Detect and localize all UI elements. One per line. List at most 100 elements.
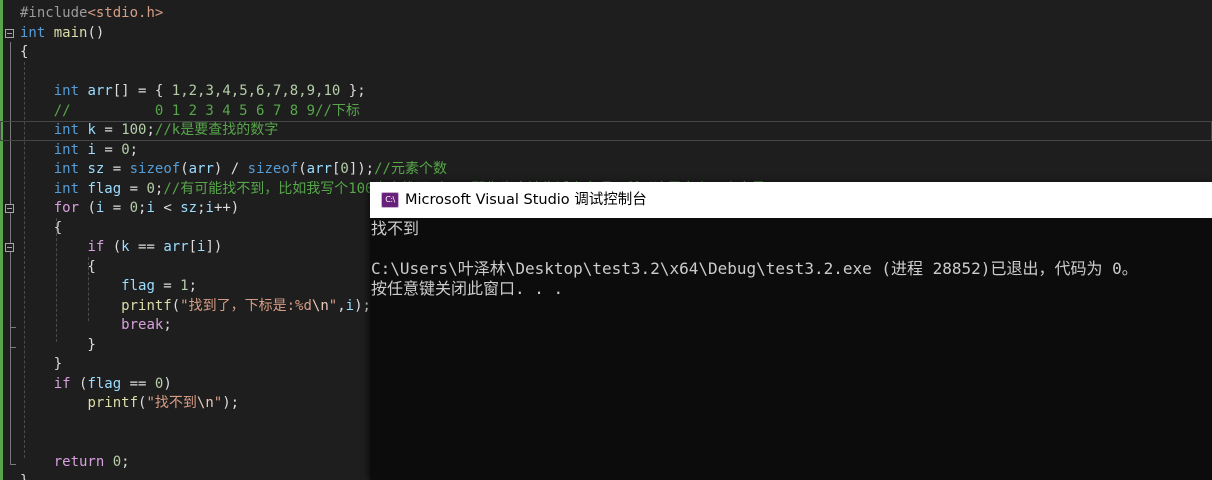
code-token: sz (180, 200, 198, 216)
code-token: = (95, 141, 122, 158)
code-text: // 0 1 2 3 4 5 6 7 8 9//下标 (20, 102, 360, 122)
code-text: } (20, 355, 62, 375)
code-line[interactable]: // 0 1 2 3 4 5 6 7 8 9//下标 (0, 102, 1212, 122)
code-token: ); (354, 297, 371, 314)
code-text: flag = 1; (20, 277, 197, 297)
code-token: //k是要查找的数字 (154, 122, 279, 138)
code-token: == (121, 375, 155, 392)
console-output-area[interactable]: 找不到 C:\Users\叶泽林\Desktop\test3.2\x64\Deb… (370, 218, 1212, 480)
code-token: 0 (340, 161, 349, 177)
code-token: ( (298, 161, 307, 177)
visual-studio-console-icon: C:\ (381, 192, 399, 208)
code-token: #include (20, 5, 88, 21)
code-token: ; (129, 141, 139, 158)
code-token: { (20, 219, 63, 236)
code-token: int (53, 180, 80, 197)
code-text: int main() (20, 24, 104, 44)
code-line[interactable]: { (0, 43, 1212, 63)
code-text: printf("找不到\n"); (20, 394, 239, 414)
screen: #include<stdio.h> int main(){ int arr[] =… (0, 0, 1212, 480)
code-token: [] = { (112, 83, 172, 99)
code-token: int (20, 24, 46, 41)
code-token: int (53, 141, 80, 158)
code-token: if (53, 375, 71, 392)
code-line[interactable]: int i = 0; (0, 141, 1212, 161)
code-text: if (flag == 0) (20, 375, 172, 395)
code-token: }; (340, 83, 366, 99)
code-token: = (154, 278, 181, 294)
console-title: Microsoft Visual Studio 调试控制台 (405, 192, 647, 208)
code-line[interactable]: #include<stdio.h> (0, 4, 1212, 24)
code-token: //元素个数 (374, 161, 447, 177)
code-text: return 0; (20, 453, 130, 473)
code-token: printf (121, 297, 172, 314)
code-token: 0 (146, 180, 155, 197)
code-line[interactable]: int k = 100;//k是要查找的数字 (0, 121, 1212, 141)
code-token: sizeof (247, 161, 299, 177)
code-text: int i = 0; (20, 141, 138, 161)
code-token: printf (87, 395, 139, 411)
code-token: ; (188, 278, 198, 294)
code-token: ( (180, 161, 189, 177)
code-text: if (k == arr[i]) (20, 238, 222, 258)
code-line[interactable]: int arr[] = { 1,2,3,4,5,6,7,8,9,10 }; (0, 82, 1212, 102)
code-token: ; (121, 453, 130, 470)
console-output-line: 找不到 (371, 219, 420, 238)
collapse-icon[interactable] (5, 204, 14, 213)
code-token: int (53, 161, 80, 177)
code-text: for (i = 0;i < sz;i++) (20, 199, 240, 219)
code-token: " (328, 297, 338, 314)
code-token: "找到了，下标是:%d (180, 297, 312, 314)
code-token: arr (188, 161, 214, 177)
code-token: = (104, 161, 130, 177)
code-text: } (20, 336, 95, 356)
code-token: "找不到 (146, 395, 197, 411)
code-text: int arr[] = { 1,2,3,4,5,6,7,8,9,10 }; (20, 82, 366, 102)
code-token: break (121, 317, 164, 333)
debug-console-window[interactable]: C:\ Microsoft Visual Studio 调试控制台 找不到 C:… (370, 182, 1212, 480)
collapse-icon[interactable] (5, 243, 14, 252)
code-text: int sz = sizeof(arr) / sizeof(arr[0]);//… (20, 160, 447, 180)
console-title-bar[interactable]: C:\ Microsoft Visual Studio 调试控制台 (370, 182, 1212, 218)
code-token: , (337, 297, 346, 314)
code-token: i (205, 200, 214, 216)
code-token: 100 (121, 122, 147, 138)
code-token: 0 (121, 141, 130, 158)
code-token: ; (146, 122, 155, 138)
code-token: if (87, 239, 105, 255)
code-line[interactable] (0, 63, 1212, 83)
code-token: \n (311, 297, 329, 314)
code-token: ]); (348, 161, 375, 177)
code-line[interactable]: int main() (0, 24, 1212, 44)
code-token: } (20, 356, 63, 372)
code-token: ( (70, 375, 88, 392)
code-token: sizeof (129, 161, 181, 177)
code-token: int (53, 122, 80, 138)
code-token: return (53, 453, 105, 470)
code-token: 0 (129, 200, 139, 216)
code-token: = (121, 180, 147, 197)
code-text: { (20, 43, 28, 63)
code-token: 0 (112, 453, 122, 470)
collapse-icon[interactable] (5, 28, 14, 38)
code-line[interactable]: int sz = sizeof(arr) / sizeof(arr[0]);//… (0, 160, 1212, 180)
code-token: { (20, 258, 96, 275)
code-token: // 0 1 2 3 4 5 6 7 8 9//下标 (53, 102, 360, 119)
code-token: for (53, 200, 80, 216)
code-token: ) / (213, 161, 248, 177)
